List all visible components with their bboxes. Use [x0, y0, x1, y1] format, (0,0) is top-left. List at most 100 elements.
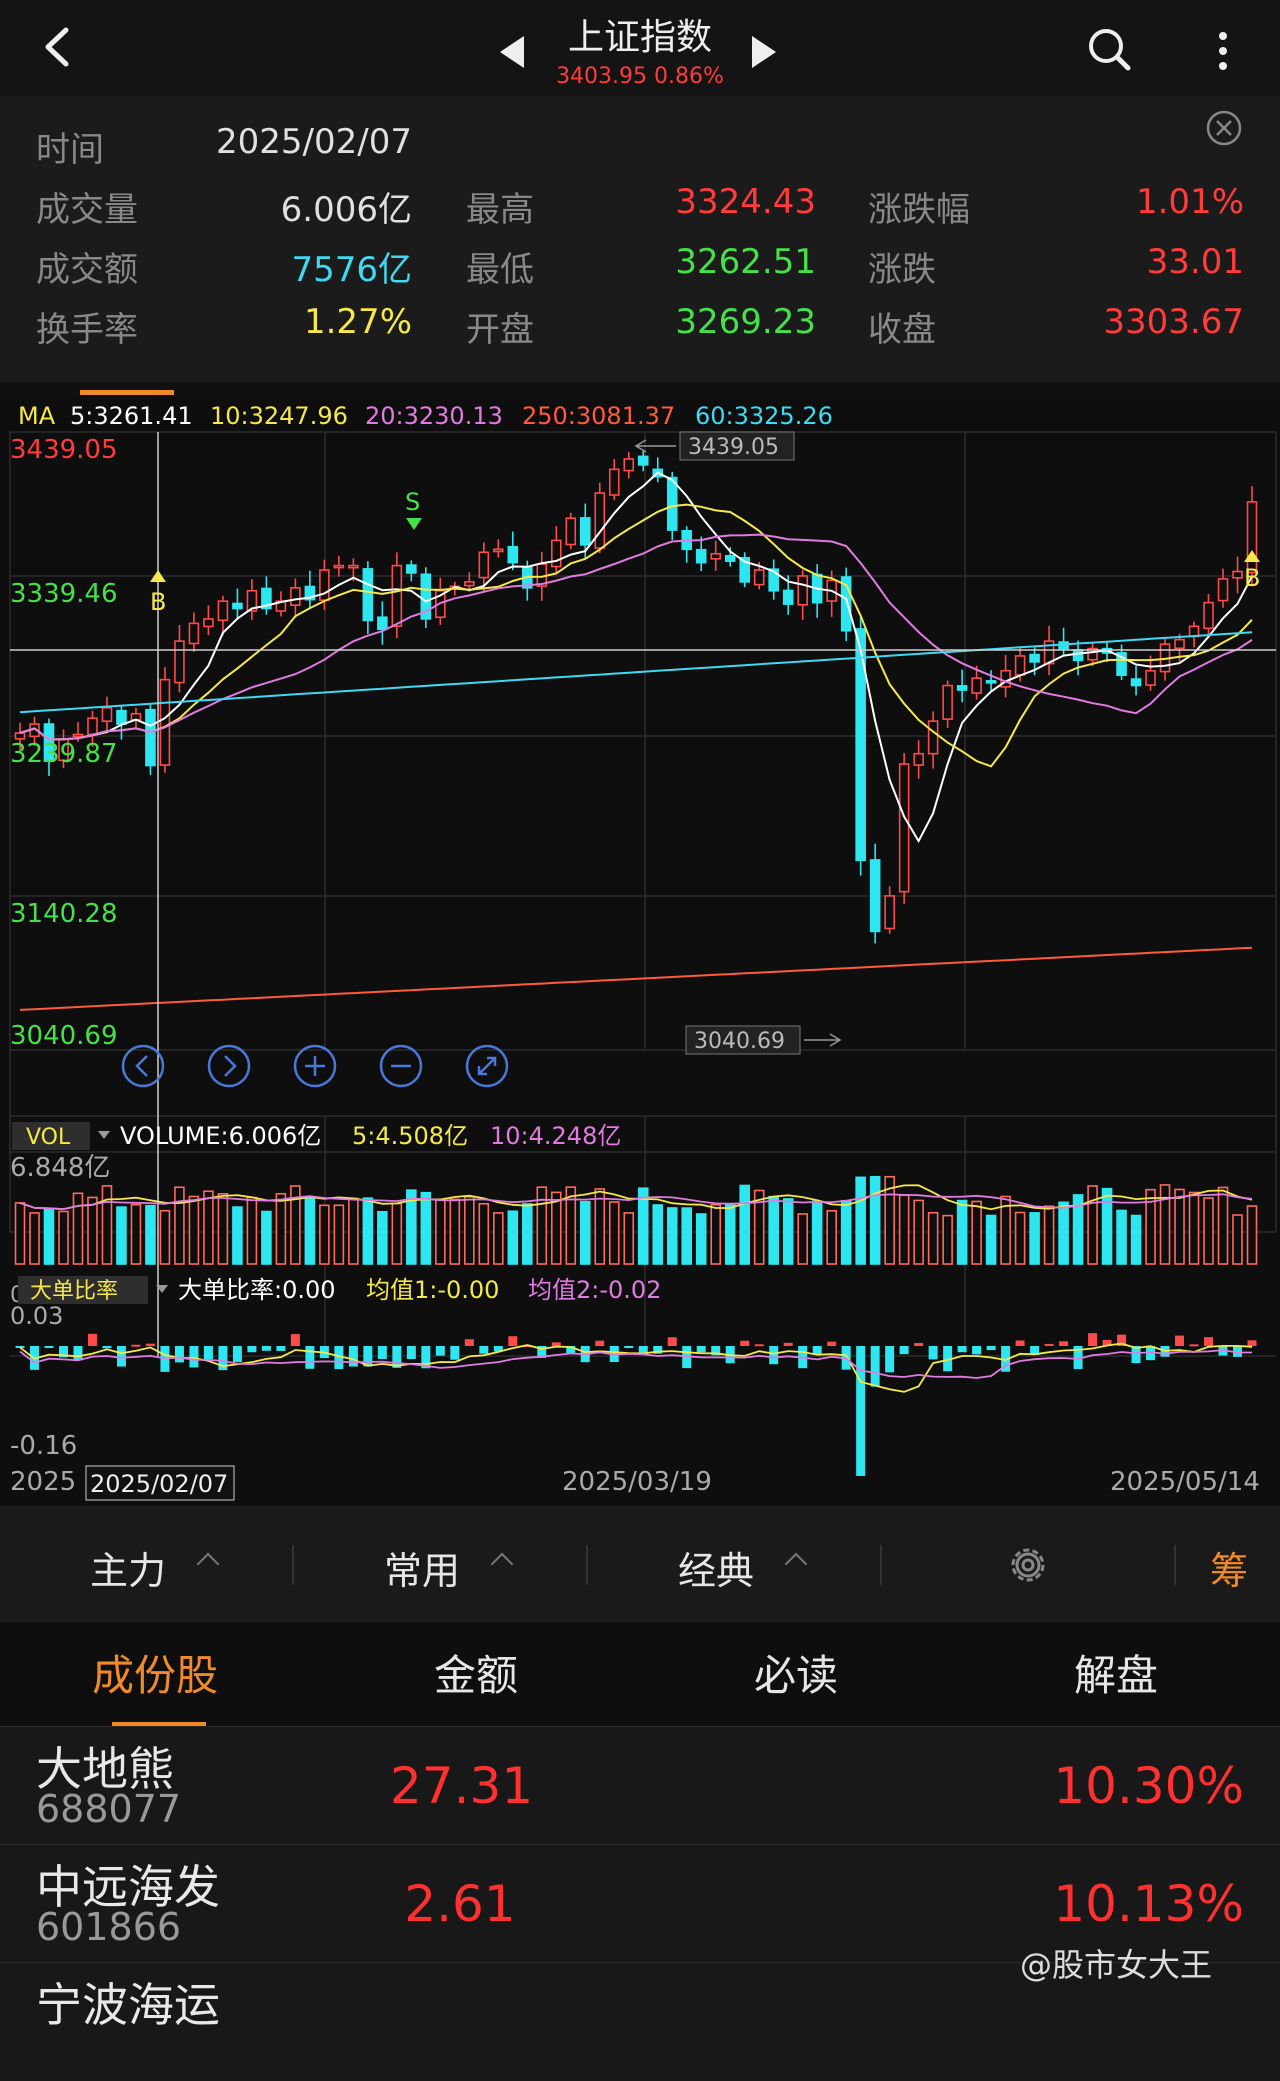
- chip-distribution-tab[interactable]: 筹: [1210, 1540, 1248, 1595]
- close-icon[interactable]: [1206, 110, 1242, 146]
- volume-bar: [87, 1196, 98, 1265]
- left-triangle-icon[interactable]: [500, 36, 524, 68]
- candle-body: [869, 859, 881, 933]
- bigorder-avg2: 均值2:-0.02: [528, 1276, 661, 1304]
- right-triangle-icon[interactable]: [752, 36, 776, 68]
- volume-bar: [652, 1204, 664, 1265]
- kline-chart[interactable]: MA 5:3261.41 10:3247.96 20:3230.13 250:3…: [0, 396, 1280, 1506]
- low-label: 最低: [466, 250, 534, 290]
- bigorder-bar: [435, 1346, 445, 1356]
- more-icon[interactable]: [1208, 28, 1238, 74]
- volume-bar: [1101, 1187, 1113, 1265]
- bigorder-tag[interactable]: 大单比率: [30, 1279, 118, 1304]
- bigorder-bar: [827, 1341, 837, 1346]
- candle-body: [159, 678, 171, 766]
- candle-body: [1130, 678, 1142, 687]
- bigorder-bar: [203, 1346, 213, 1360]
- candle-body: [1145, 669, 1156, 686]
- buy-signal-2: B: [1244, 550, 1260, 592]
- bigorder-bar: [464, 1339, 474, 1346]
- watermark: @股市女大王: [1020, 1946, 1213, 1984]
- volume-bar: [522, 1203, 533, 1265]
- tab-main-force[interactable]: 主力: [90, 1540, 166, 1595]
- stock-pct-change: 10.30%: [1053, 1757, 1244, 1815]
- bigorder-bar: [783, 1342, 793, 1346]
- bigorder-bar: [899, 1346, 909, 1355]
- bigorder-bar: [44, 1346, 54, 1348]
- gear-icon[interactable]: [1005, 1542, 1051, 1588]
- volume-max: 6.848亿: [10, 1153, 110, 1183]
- cursor-date: 2025/02/07: [90, 1470, 228, 1498]
- stock-code: 688077: [36, 1787, 182, 1831]
- zoom-out-icon[interactable]: [379, 1044, 423, 1088]
- candle-body: [608, 468, 620, 496]
- volume-bar: [1043, 1205, 1055, 1265]
- fullscreen-icon[interactable]: [465, 1044, 509, 1088]
- volume-bar: [927, 1211, 939, 1265]
- volume-bar: [420, 1191, 432, 1265]
- vol-dropdown-icon[interactable]: [98, 1131, 110, 1139]
- volume-bar: [1014, 1211, 1026, 1265]
- subtab-analysis[interactable]: 解盘: [1074, 1642, 1158, 1703]
- tab-divider: [292, 1545, 294, 1585]
- price-axis-l3: 3239.87: [10, 739, 118, 769]
- volume-bar: [246, 1196, 258, 1265]
- candle-body: [942, 684, 953, 720]
- subtab-constituents[interactable]: 成份股: [92, 1642, 218, 1703]
- candle-body: [753, 569, 765, 586]
- next-icon[interactable]: [207, 1044, 251, 1088]
- candle-body: [1232, 570, 1243, 579]
- candle-body: [1029, 653, 1040, 663]
- volume-bar: [14, 1202, 26, 1265]
- bigorder-bar: [914, 1342, 924, 1346]
- candle-body: [1217, 578, 1229, 602]
- stock-code: 601866: [36, 1905, 182, 1949]
- low-value: 3262.51: [675, 242, 816, 282]
- zoom-in-icon[interactable]: [293, 1044, 337, 1088]
- volume-bar: [29, 1212, 40, 1265]
- ma250-line: [19, 946, 1253, 1011]
- bigorder-bar: [1189, 1344, 1199, 1347]
- candle-body: [203, 618, 214, 628]
- vol-tag[interactable]: VOL: [26, 1125, 71, 1150]
- volume-bar: [681, 1207, 693, 1265]
- volume-bar: [739, 1184, 750, 1265]
- kline-chart-area[interactable]: MA 5:3261.41 10:3247.96 20:3230.13 250:3…: [0, 396, 1280, 1506]
- stock-row[interactable]: 大地熊 688077 27.31 10.30%: [0, 1726, 1280, 1845]
- volume-bar: [188, 1195, 200, 1265]
- subtab-must-read[interactable]: 必读: [754, 1642, 838, 1703]
- bigorder-text: 大单比率:0.00: [178, 1276, 336, 1304]
- volume-bar: [435, 1198, 446, 1265]
- candle-body: [971, 677, 982, 694]
- bigorder-bar: [885, 1346, 895, 1373]
- bigorder-bar: [928, 1346, 938, 1360]
- subtab-amount[interactable]: 金额: [434, 1642, 518, 1703]
- candle-body: [14, 732, 26, 740]
- min-callout-text: 3040.69: [694, 1029, 785, 1054]
- prev-icon[interactable]: [121, 1044, 165, 1088]
- back-icon[interactable]: [36, 24, 82, 70]
- candle-body: [579, 517, 591, 546]
- volume-bar: [1217, 1186, 1229, 1265]
- volume-bar: [913, 1199, 924, 1265]
- search-icon[interactable]: [1086, 26, 1132, 72]
- volume-bar: [348, 1197, 359, 1265]
- price-axis-top: 3439.05: [10, 435, 118, 465]
- tab-common[interactable]: 常用: [384, 1540, 460, 1595]
- candle-body: [797, 575, 808, 606]
- bigorder-bar: [957, 1346, 967, 1353]
- bigorder-bar: [508, 1336, 518, 1346]
- volume-bar: [898, 1194, 910, 1265]
- bigorder-legend: 大单比率:0.00 均值1:-0.00 均值2:-0.02: [178, 1276, 661, 1304]
- candle-body: [406, 564, 417, 574]
- volume-bar: [1116, 1209, 1127, 1265]
- bigorder-bar: [102, 1346, 112, 1349]
- chart-tab-indicator: [80, 390, 174, 395]
- date-end: 2025/05/14: [1110, 1467, 1260, 1497]
- tab-classic[interactable]: 经典: [678, 1540, 754, 1595]
- candle-body: [1203, 601, 1214, 630]
- volume-bar: [478, 1202, 490, 1265]
- pct-change-label: 涨跌幅: [868, 190, 970, 230]
- volume-bar: [811, 1200, 823, 1265]
- bigorder-bar: [754, 1344, 764, 1347]
